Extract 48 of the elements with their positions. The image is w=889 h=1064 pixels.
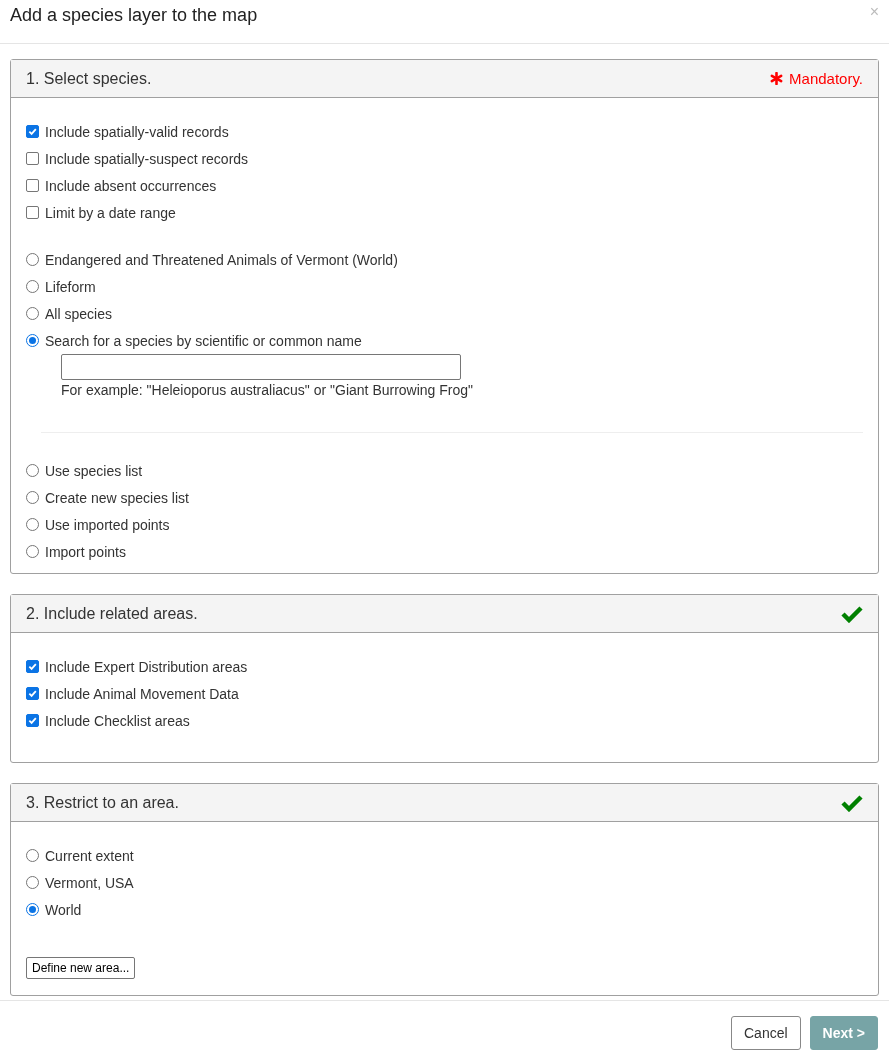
section-title: 3. Restrict to an area. <box>26 793 179 812</box>
checkmark-icon <box>841 793 863 812</box>
option-label: Include Expert Distribution areas <box>45 658 248 675</box>
option-label: Current extent <box>45 847 134 864</box>
option-label: Search for a species by scientific or common name <box>45 332 362 349</box>
checkbox[interactable] <box>26 714 39 727</box>
option-label: Include Animal Movement Data <box>45 685 239 702</box>
checkbox[interactable] <box>26 206 39 219</box>
option-label: Lifeform <box>45 278 96 295</box>
radio-button[interactable] <box>26 876 39 889</box>
radio-button[interactable] <box>26 849 39 862</box>
checkbox[interactable] <box>26 660 39 673</box>
cancel-button[interactable]: Cancel <box>731 1016 801 1050</box>
checkmark-icon <box>841 604 863 623</box>
option-label: Use species list <box>45 462 143 479</box>
radio-button[interactable] <box>26 491 39 504</box>
checkbox[interactable] <box>26 179 39 192</box>
search-hint: For example: "Heleioporus australiacus" or "Giant Burrowing Frog" <box>61 382 475 398</box>
section-title: 2. Include related areas. <box>26 604 198 623</box>
radio-button[interactable] <box>26 280 39 293</box>
asterisk-icon <box>770 72 784 85</box>
option-label: Endangered and Threatened Animals of Vermont (World) <box>45 251 398 268</box>
radio-button[interactable] <box>26 307 39 320</box>
option-label: World <box>45 901 82 918</box>
radio-button[interactable] <box>26 545 39 558</box>
checkbox[interactable] <box>26 152 39 165</box>
option-label: Include spatially-valid records <box>45 123 229 140</box>
radio-button[interactable] <box>26 464 39 477</box>
option-label: All species <box>45 305 112 322</box>
option-label: Vermont, USA <box>45 874 134 891</box>
option-label: Use imported points <box>45 516 170 533</box>
option-label: Include absent occurrences <box>45 177 217 194</box>
radio-button[interactable] <box>26 253 39 266</box>
section-title: 1. Select species. <box>26 69 152 88</box>
mandatory-text: Mandatory. <box>789 70 863 87</box>
species-search-field[interactable] <box>61 354 461 380</box>
option-label: Limit by a date range <box>45 204 176 221</box>
define-area-button[interactable]: Define new area... <box>26 957 136 979</box>
radio-button[interactable] <box>26 518 39 531</box>
radio-button[interactable] <box>26 334 39 347</box>
checkbox[interactable] <box>26 687 39 700</box>
option-label: Include spatially-suspect records <box>45 150 249 167</box>
dialog-title: Add a species layer to the map <box>10 4 258 26</box>
option-label: Create new species list <box>45 489 189 506</box>
radio-button[interactable] <box>26 903 39 916</box>
option-label: Import points <box>45 543 126 560</box>
checkbox[interactable] <box>26 125 39 138</box>
option-label: Include Checklist areas <box>45 712 190 729</box>
